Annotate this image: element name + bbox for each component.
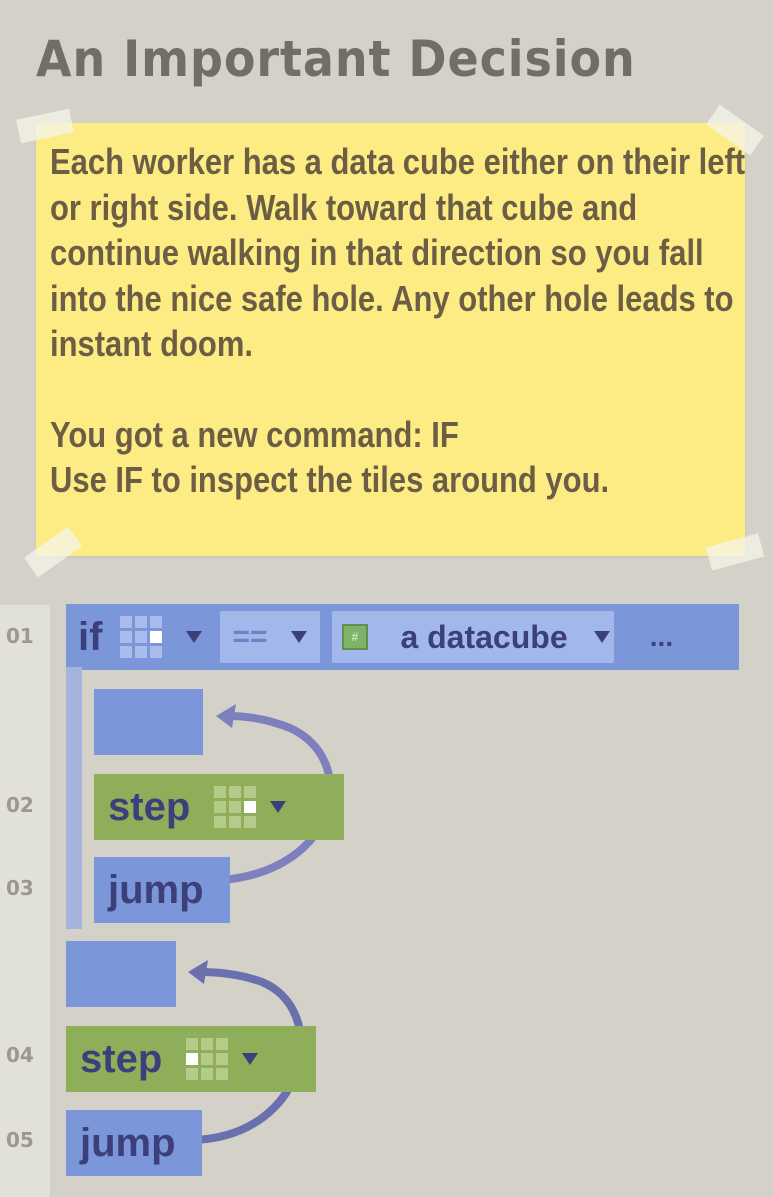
jump-arrows [188,704,335,1144]
jump-arrow-head-1 [216,704,236,728]
jump-command-block[interactable]: jump [94,857,230,923]
jump-label: jump [108,867,204,912]
direction-right-icon[interactable] [214,786,257,828]
direction-left-icon[interactable] [186,1038,229,1080]
jump-target-1 [94,689,203,755]
chevron-down-icon[interactable] [242,1053,259,1065]
step-command-block[interactable]: step [66,1026,316,1092]
jump-command-block[interactable]: jump [66,1110,202,1176]
jump-target-2 [66,941,176,1007]
step-command-block[interactable]: step [94,774,344,840]
jump-label: jump [80,1120,176,1165]
chevron-down-icon[interactable] [270,801,287,813]
step-label: step [108,784,191,829]
jump-arrow-head-2 [188,960,208,984]
step-label: step [80,1036,163,1081]
